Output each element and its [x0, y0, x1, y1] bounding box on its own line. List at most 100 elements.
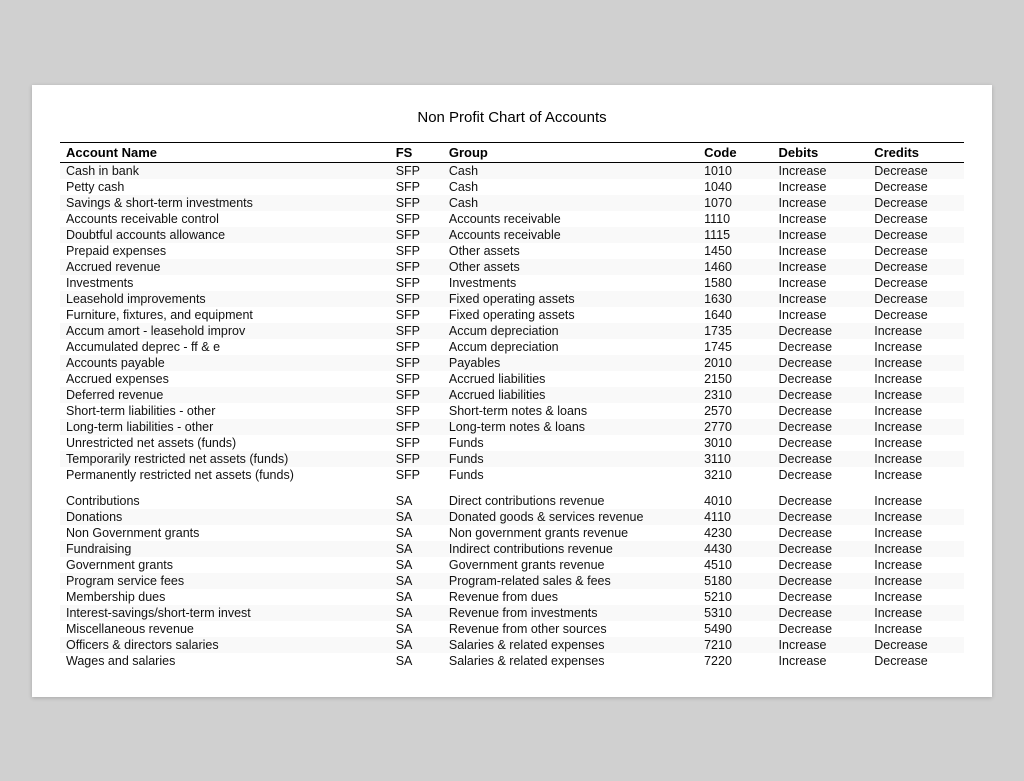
cell-credits: Decrease [868, 211, 964, 227]
cell-credits: Increase [868, 419, 964, 435]
cell-group: Accrued liabilities [443, 371, 698, 387]
cell-account-name: Program service fees [60, 573, 390, 589]
cell-account-name: Donations [60, 509, 390, 525]
cell-account-name: Fundraising [60, 541, 390, 557]
table-spacer [60, 483, 964, 493]
table-row: Temporarily restricted net assets (funds… [60, 451, 964, 467]
cell-debits: Decrease [773, 339, 869, 355]
cell-code: 2150 [698, 371, 772, 387]
cell-group: Funds [443, 451, 698, 467]
cell-credits: Increase [868, 403, 964, 419]
cell-group: Accounts receivable [443, 227, 698, 243]
cell-debits: Increase [773, 637, 869, 653]
cell-credits: Increase [868, 493, 964, 509]
cell-code: 1735 [698, 323, 772, 339]
cell-credits: Increase [868, 451, 964, 467]
cell-fs: SA [390, 573, 443, 589]
cell-group: Revenue from other sources [443, 621, 698, 637]
cell-group: Non government grants revenue [443, 525, 698, 541]
table-row: Accrued revenueSFPOther assets1460Increa… [60, 259, 964, 275]
table-row: Accum amort - leasehold improvSFPAccum d… [60, 323, 964, 339]
page-title: Non Profit Chart of Accounts [60, 109, 964, 126]
cell-code: 5310 [698, 605, 772, 621]
table-row: Cash in bankSFPCash1010IncreaseDecrease [60, 162, 964, 179]
table-row: Miscellaneous revenueSARevenue from othe… [60, 621, 964, 637]
cell-fs: SA [390, 541, 443, 557]
table-row: Membership duesSARevenue from dues5210De… [60, 589, 964, 605]
table-body: Cash in bankSFPCash1010IncreaseDecreaseP… [60, 162, 964, 669]
cell-fs: SFP [390, 227, 443, 243]
cell-debits: Increase [773, 259, 869, 275]
table-row: InvestmentsSFPInvestments1580IncreaseDec… [60, 275, 964, 291]
cell-credits: Decrease [868, 653, 964, 669]
cell-code: 4430 [698, 541, 772, 557]
cell-group: Donated goods & services revenue [443, 509, 698, 525]
table-row: Accounts receivable controlSFPAccounts r… [60, 211, 964, 227]
cell-debits: Increase [773, 307, 869, 323]
cell-fs: SFP [390, 419, 443, 435]
table-row: Interest-savings/short-term investSAReve… [60, 605, 964, 621]
cell-debits: Decrease [773, 573, 869, 589]
cell-fs: SFP [390, 339, 443, 355]
cell-credits: Decrease [868, 227, 964, 243]
cell-code: 2770 [698, 419, 772, 435]
cell-account-name: Leasehold improvements [60, 291, 390, 307]
cell-code: 1630 [698, 291, 772, 307]
table-row: Savings & short-term investmentsSFPCash1… [60, 195, 964, 211]
cell-group: Accum depreciation [443, 339, 698, 355]
cell-account-name: Accounts payable [60, 355, 390, 371]
cell-account-name: Accumulated deprec - ff & e [60, 339, 390, 355]
cell-account-name: Prepaid expenses [60, 243, 390, 259]
cell-group: Long-term notes & loans [443, 419, 698, 435]
cell-credits: Increase [868, 541, 964, 557]
cell-group: Fixed operating assets [443, 307, 698, 323]
cell-credits: Decrease [868, 275, 964, 291]
table-row: DonationsSADonated goods & services reve… [60, 509, 964, 525]
cell-group: Short-term notes & loans [443, 403, 698, 419]
cell-account-name: Short-term liabilities - other [60, 403, 390, 419]
cell-group: Accrued liabilities [443, 387, 698, 403]
cell-account-name: Interest-savings/short-term invest [60, 605, 390, 621]
cell-debits: Decrease [773, 493, 869, 509]
cell-fs: SA [390, 653, 443, 669]
table-row: Leasehold improvementsSFPFixed operating… [60, 291, 964, 307]
cell-credits: Decrease [868, 307, 964, 323]
cell-credits: Increase [868, 509, 964, 525]
cell-account-name: Accum amort - leasehold improv [60, 323, 390, 339]
cell-credits: Increase [868, 573, 964, 589]
cell-account-name: Accrued revenue [60, 259, 390, 275]
cell-fs: SFP [390, 355, 443, 371]
cell-code: 4510 [698, 557, 772, 573]
cell-debits: Increase [773, 162, 869, 179]
cell-credits: Decrease [868, 259, 964, 275]
col-header-code: Code [698, 142, 772, 162]
cell-debits: Decrease [773, 525, 869, 541]
cell-credits: Increase [868, 371, 964, 387]
cell-fs: SFP [390, 435, 443, 451]
table-row: Accounts payableSFPPayables2010DecreaseI… [60, 355, 964, 371]
cell-group: Payables [443, 355, 698, 371]
cell-credits: Increase [868, 339, 964, 355]
cell-debits: Increase [773, 227, 869, 243]
cell-debits: Decrease [773, 589, 869, 605]
col-header-debits: Debits [773, 142, 869, 162]
cell-code: 5180 [698, 573, 772, 589]
accounts-table: Account Name FS Group Code Debits Credit… [60, 142, 964, 669]
cell-code: 1010 [698, 162, 772, 179]
cell-debits: Increase [773, 653, 869, 669]
table-row: Prepaid expensesSFPOther assets1450Incre… [60, 243, 964, 259]
table-row: Program service feesSAProgram-related sa… [60, 573, 964, 589]
cell-fs: SA [390, 557, 443, 573]
cell-debits: Decrease [773, 541, 869, 557]
table-row: Long-term liabilities - otherSFPLong-ter… [60, 419, 964, 435]
table-row: Accumulated deprec - ff & eSFPAccum depr… [60, 339, 964, 355]
cell-group: Cash [443, 195, 698, 211]
cell-group: Revenue from dues [443, 589, 698, 605]
table-row: FundraisingSAIndirect contributions reve… [60, 541, 964, 557]
cell-credits: Increase [868, 323, 964, 339]
cell-code: 5210 [698, 589, 772, 605]
cell-account-name: Petty cash [60, 179, 390, 195]
cell-account-name: Cash in bank [60, 162, 390, 179]
table-row: Unrestricted net assets (funds)SFPFunds3… [60, 435, 964, 451]
cell-code: 1745 [698, 339, 772, 355]
